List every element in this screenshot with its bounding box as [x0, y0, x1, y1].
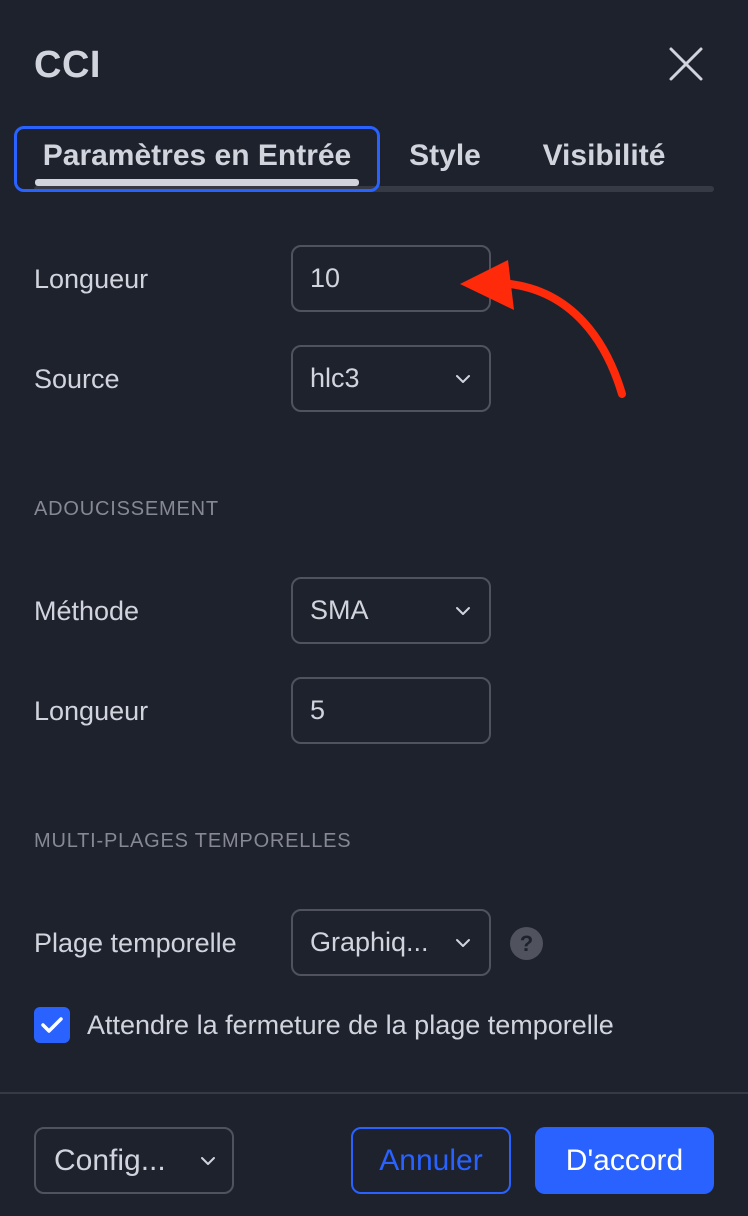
source-value: hlc3	[310, 363, 360, 393]
tab-style-label: Style	[409, 139, 481, 172]
timeframe-label: Plage temporelle	[34, 928, 237, 958]
length-input[interactable]: 10	[291, 245, 491, 312]
cancel-button[interactable]: Annuler	[351, 1127, 511, 1194]
timeframe-value: Graphiq...	[310, 927, 429, 957]
wait-close-checkbox[interactable]	[34, 1007, 70, 1043]
ok-button[interactable]: D'accord	[535, 1127, 714, 1194]
help-glyph: ?	[519, 930, 534, 956]
tab-active-indicator	[35, 179, 359, 186]
defaults-select[interactable]: Config...	[34, 1127, 234, 1194]
source-select[interactable]: hlc3	[291, 345, 491, 412]
chevron-down-icon	[456, 606, 470, 615]
tab-inputs-label: Paramètres en Entrée	[42, 139, 352, 172]
length-value: 10	[310, 263, 341, 293]
tab-style[interactable]: Style	[390, 126, 500, 192]
indicator-settings-dialog: CCI Paramètres en Entrée Style Visibilit…	[0, 0, 748, 1216]
tab-inputs[interactable]: Paramètres en Entrée	[14, 126, 380, 192]
chevron-down-icon	[456, 938, 470, 947]
tab-visibility-label: Visibilité	[542, 139, 666, 172]
wait-close-label[interactable]: Attendre la fermeture de la plage tempor…	[87, 1010, 614, 1041]
smoothing-length-value: 5	[310, 695, 326, 725]
method-value: SMA	[310, 595, 369, 625]
length-label: Longueur	[34, 264, 149, 294]
ok-button-label: D'accord	[565, 1143, 684, 1177]
source-label: Source	[34, 364, 120, 394]
smoothing-length-label: Longueur	[34, 696, 149, 726]
multi-timeframe-section-header: MULTI-PLAGES TEMPORELLES	[34, 830, 352, 852]
checkmark-icon	[41, 1017, 63, 1033]
smoothing-length-input[interactable]: 5	[291, 677, 491, 744]
method-select[interactable]: SMA	[291, 577, 491, 644]
defaults-value: Config...	[54, 1143, 166, 1177]
tab-visibility[interactable]: Visibilité	[524, 126, 684, 192]
footer-divider	[0, 1092, 748, 1094]
chevron-down-icon	[201, 1156, 215, 1165]
dialog-title: CCI	[34, 44, 101, 86]
close-icon[interactable]	[664, 42, 708, 86]
cancel-button-label: Annuler	[379, 1143, 483, 1177]
help-icon[interactable]: ?	[510, 927, 543, 960]
timeframe-select[interactable]: Graphiq...	[291, 909, 491, 976]
method-label: Méthode	[34, 596, 140, 626]
chevron-down-icon	[456, 374, 470, 383]
tab-bar: Paramètres en Entrée Style Visibilité	[14, 126, 714, 196]
smoothing-section-header: ADOUCISSEMENT	[34, 498, 219, 520]
